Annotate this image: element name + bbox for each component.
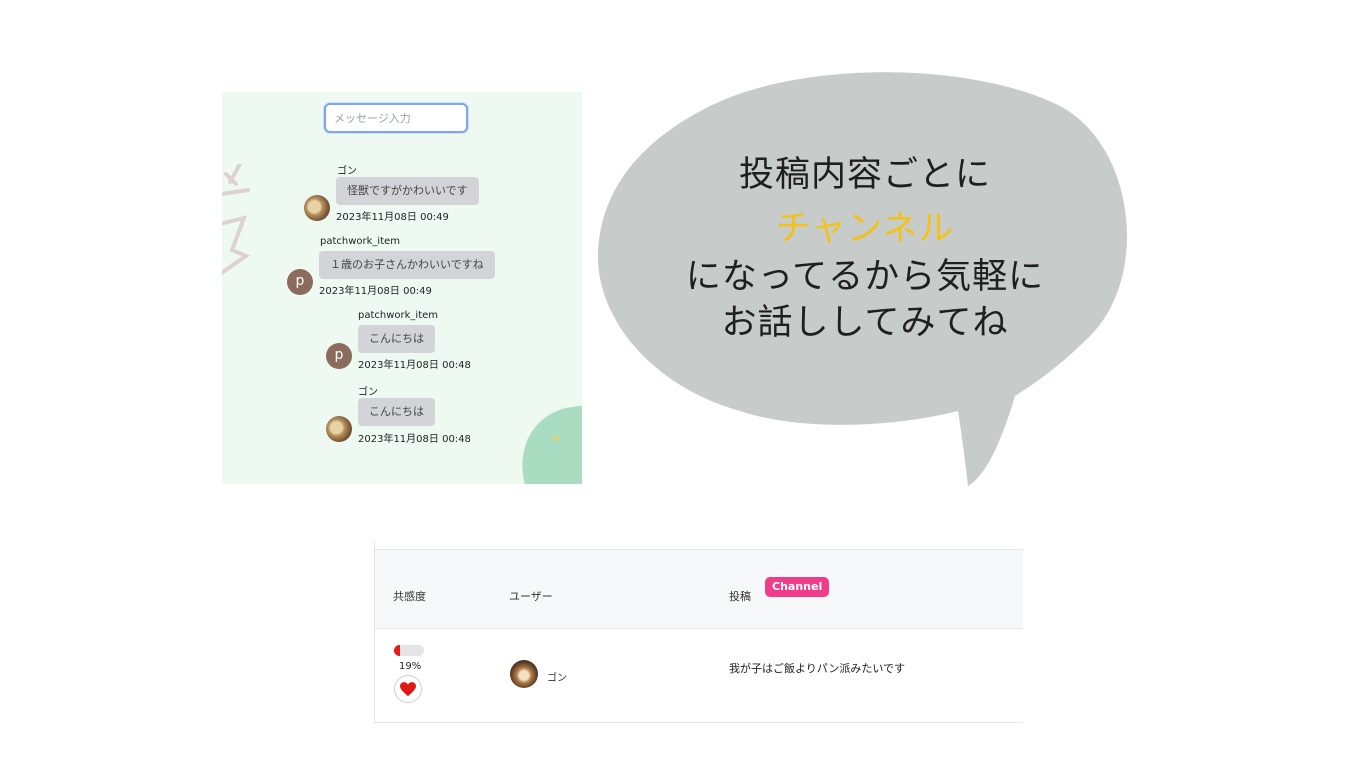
message-bubble: こんにちは	[358, 398, 435, 426]
empathy-percent: 19%	[399, 661, 422, 672]
message-bubble: こんにちは	[358, 325, 435, 353]
user-avatar[interactable]	[326, 416, 352, 442]
decorative-blob	[522, 406, 582, 484]
column-header-user: ユーザー	[509, 590, 553, 603]
message-time: 2023年11月08日 00:49	[319, 286, 432, 297]
message-time: 2023年11月08日 00:48	[358, 360, 471, 371]
sender-name: patchwork_item	[358, 310, 439, 321]
speech-line: 投稿内容ごとに	[738, 155, 991, 195]
message-bubble: １歳のお子さんかわいいですね	[319, 251, 495, 279]
user-avatar[interactable]: p	[326, 343, 352, 369]
posts-table: 共感度 ユーザー 投稿 Channel 19% ゴン 我が子はご飯よりパン派みた…	[374, 541, 1023, 724]
channel-badge[interactable]: Channel	[765, 577, 830, 597]
speech-bubble: 投稿内容ごとに チャンネル になってるから気軽に お話ししてみてね	[590, 66, 1140, 491]
empathy-progress-fill	[394, 645, 400, 656]
message-input[interactable]	[324, 103, 468, 133]
empathy-progress-bar	[394, 645, 424, 656]
table-header: 共感度 ユーザー 投稿 Channel	[375, 549, 1023, 629]
sender-name: patchwork_item	[320, 236, 401, 247]
speech-line: お話ししてみてね	[721, 303, 1009, 343]
user-avatar[interactable]: p	[287, 269, 313, 295]
table-row[interactable]: 19% ゴン 我が子はご飯よりパン派みたいです	[375, 627, 1023, 723]
chat-panel: ゴン 怪獣ですがかわいいです 2023年11月08日 00:49 patchwo…	[222, 92, 582, 484]
sender-name: ゴン	[358, 387, 378, 398]
speech-line: になってるから気軽に	[685, 257, 1045, 297]
sender-name: ゴン	[337, 166, 357, 177]
user-name[interactable]: ゴン	[547, 669, 567, 684]
message-time: 2023年11月08日 00:49	[336, 212, 449, 223]
decorative-scribble	[222, 164, 251, 276]
message-time: 2023年11月08日 00:48	[358, 434, 471, 445]
post-text[interactable]: 我が子はご飯よりパン派みたいです	[729, 660, 905, 676]
user-avatar[interactable]	[510, 660, 538, 688]
message-bubble: 怪獣ですがかわいいです	[336, 177, 479, 205]
heart-icon	[400, 682, 416, 697]
column-header-empathy: 共感度	[393, 590, 426, 603]
user-avatar[interactable]	[304, 195, 330, 221]
like-button[interactable]	[394, 675, 422, 703]
speech-line-highlight: チャンネル	[775, 209, 955, 249]
column-header-post: 投稿	[729, 590, 751, 603]
